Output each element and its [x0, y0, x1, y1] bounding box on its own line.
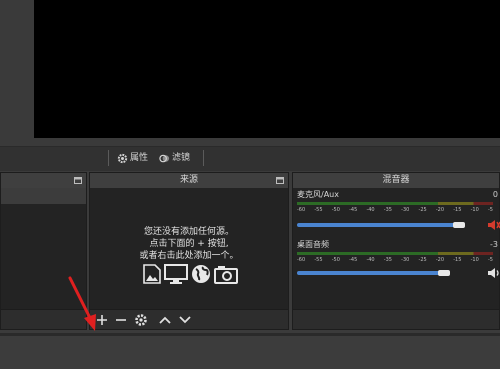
empty-sources-hint: 您还没有添加任何源。 点击下面的 + 按钮, 或者右击此处添加一个。 — [90, 226, 288, 262]
chevron-down-icon — [179, 316, 191, 324]
channel-db-readout: -3 — [490, 240, 498, 249]
volume-slider[interactable] — [297, 271, 444, 275]
scale-tick: -55 — [314, 207, 323, 213]
scale-tick: -35 — [383, 257, 392, 263]
scale-tick: -45 — [349, 257, 358, 263]
properties-label: 属性 — [130, 153, 149, 163]
toolbar-separator — [108, 150, 109, 166]
volume-meter — [297, 252, 493, 255]
hint-line: 您还没有添加任何源。 — [143, 227, 234, 237]
mixer-dock-title: 混音器 — [293, 173, 499, 188]
sources-controls — [90, 309, 288, 329]
scale-tick: -55 — [314, 257, 323, 263]
scale-tick: -50 — [331, 207, 340, 213]
remove-source-button[interactable] — [114, 312, 128, 326]
scale-tick: -15 — [453, 257, 462, 263]
toolbar-separator — [203, 150, 204, 166]
minus-icon — [116, 319, 126, 321]
scale-tick: -60 — [297, 257, 306, 263]
scenes-dock — [0, 172, 87, 330]
channel-name: 桌面音频 — [297, 240, 329, 249]
volume-meter — [297, 202, 493, 205]
meter-scale: -60 -55 -50 -45 -40 -35 -30 -25 -20 -15 -10 -5 — [297, 257, 493, 266]
scale-tick: -60 — [297, 207, 306, 213]
properties-button[interactable]: 属性 — [117, 150, 148, 166]
scale-tick: -15 — [453, 207, 462, 213]
scale-tick: -10 — [470, 207, 479, 213]
source-type-icons — [143, 264, 238, 284]
scale-tick: -30 — [401, 257, 410, 263]
scenes-controls — [1, 309, 86, 329]
gear-icon — [135, 314, 147, 326]
scale-tick: -40 — [366, 257, 375, 263]
channel-db-readout: 0 — [492, 190, 498, 199]
scale-tick: -45 — [349, 207, 358, 213]
channel-name: 麦克风/Aux — [297, 190, 339, 199]
volume-slider-handle[interactable] — [453, 222, 465, 228]
scale-tick: -5 — [487, 207, 493, 213]
camera-icon — [214, 266, 238, 284]
volume-slider-handle[interactable] — [438, 270, 450, 276]
scale-tick: -50 — [331, 257, 340, 263]
scale-tick: -20 — [435, 257, 445, 263]
source-toolbar — [0, 146, 500, 171]
speaker-icon[interactable] — [487, 266, 500, 280]
scale-tick: -25 — [418, 257, 427, 263]
source-settings-button[interactable] — [134, 312, 148, 326]
mixer-controls — [293, 309, 499, 329]
preview-canvas[interactable] — [34, 0, 500, 138]
filter-icon — [159, 154, 170, 162]
scale-tick: -35 — [383, 207, 392, 213]
hint-line: 点击下面的 + 按钮, — [149, 239, 229, 249]
gear-icon — [117, 153, 128, 163]
volume-slider[interactable] — [297, 223, 459, 227]
add-source-button[interactable] — [95, 312, 109, 326]
sources-dock[interactable]: 来源 您还没有添加任何源。 点击下面的 + 按钮, 或者右击此处添加一个。 — [89, 172, 289, 330]
globe-icon — [192, 265, 210, 283]
float-window-icon[interactable] — [74, 177, 82, 184]
meter-scale: -60 -55 -50 -45 -40 -35 -30 -25 -20 -15 -10 -5 — [297, 207, 493, 216]
hint-line: 或者右击此处添加一个。 — [139, 251, 239, 261]
scale-tick: -25 — [418, 207, 427, 213]
move-source-up-button[interactable] — [158, 312, 172, 326]
image-icon — [143, 264, 161, 284]
monitor-icon — [164, 264, 188, 284]
chevron-up-icon — [159, 316, 171, 324]
move-source-down-button[interactable] — [178, 312, 192, 326]
status-bar — [0, 336, 500, 369]
float-window-icon[interactable] — [276, 177, 284, 184]
scene-list-item[interactable] — [1, 188, 86, 204]
speaker-muted-icon[interactable] — [487, 218, 500, 232]
sources-dock-title: 来源 — [90, 173, 288, 188]
scale-tick: -20 — [435, 207, 445, 213]
scale-tick: -5 — [487, 257, 493, 263]
scale-tick: -30 — [401, 207, 410, 213]
audio-mixer-dock: 混音器 麦克风/Aux 0 -60 -55 -50 -45 -40 -35 -30 -25 -2… — [292, 172, 500, 330]
filters-button[interactable]: 滤镜 — [159, 150, 190, 166]
plus-icon — [97, 315, 107, 325]
filters-label: 滤镜 — [172, 153, 191, 163]
scale-tick: -40 — [366, 207, 375, 213]
scale-tick: -10 — [470, 257, 479, 263]
